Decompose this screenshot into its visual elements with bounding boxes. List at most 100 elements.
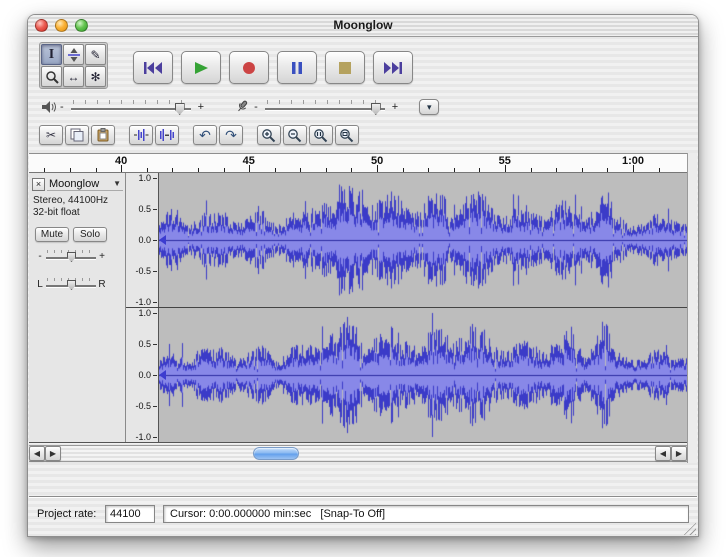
channel-separator [126,307,687,308]
titlebar[interactable]: Moonglow [28,15,698,37]
silence-selection-button[interactable] [155,125,179,145]
ruler-tick [275,168,276,172]
waveform-channel-right[interactable] [159,308,687,442]
skip-to-start-icon [143,61,163,75]
ruler-tick [44,168,45,172]
input-volume-max-label: + [389,101,401,113]
ruler-tick [326,168,327,172]
vertical-ruler: 1.00.50.0-0.5-1.01.00.50.0-0.5-1.0 [126,173,159,443]
zoom-button[interactable] [75,19,88,32]
track-close-button[interactable]: × [32,178,45,191]
record-button[interactable] [229,51,269,84]
horizontal-scrollbar[interactable]: ◀ ▶ ◀ ▶ [29,445,687,462]
waveform-channel-left[interactable] [159,173,687,307]
audacity-window: Moonglow I ✎ [27,14,699,537]
skip-to-end-icon [383,61,403,75]
trim-outside-selection-button[interactable] [129,125,153,145]
silence-icon [159,128,175,142]
draw-tool-button[interactable]: ✎ [85,44,106,65]
cursor-status-field: Cursor: 0:00.000000 min:sec [Snap-To Off… [163,505,689,523]
scroll-right-button-2[interactable]: ▶ [671,446,687,461]
paste-button[interactable] [91,125,115,145]
ruler-ticks: 404550551:00 [29,154,687,172]
speaker-icon [41,100,57,114]
gain-slider-row: - + [35,249,107,263]
vruler-label: -1.0 [135,297,151,307]
redo-button[interactable]: ↷ [219,125,243,145]
ruler-tick [556,168,557,172]
pan-thumb[interactable] [67,280,76,290]
redo-icon: ↷ [225,128,237,142]
scroll-track[interactable] [62,446,654,461]
vruler-tick [153,178,157,179]
waveform-canvas[interactable] [159,173,687,307]
close-button[interactable] [35,19,48,32]
fit-selection-button[interactable] [309,125,333,145]
scroll-right-button[interactable]: ▶ [45,446,61,461]
zoom-out-button[interactable] [283,125,307,145]
ibeam-icon: I [49,47,54,63]
resize-grip[interactable] [682,521,696,535]
arrow-left-icon: ◀ [34,449,40,458]
scroll-left-button[interactable]: ◀ [29,446,45,461]
envelope-tool-button[interactable] [63,44,84,65]
copy-button[interactable] [65,125,89,145]
skip-to-start-button[interactable] [133,51,173,84]
edit-toolbar: ✂ [39,125,359,145]
trim-icon [133,128,149,142]
vruler-label: 0.5 [138,339,151,349]
project-rate-label: Project rate: [37,508,96,520]
clipboard-icon [95,128,111,142]
vruler-tick [153,271,157,272]
zoom-in-button[interactable] [257,125,281,145]
pan-slider[interactable] [45,277,97,291]
play-button[interactable] [181,51,221,84]
scroll-thumb[interactable] [253,447,299,460]
fit-project-button[interactable] [335,125,359,145]
vertical-scrollbar[interactable] [687,153,697,463]
microphone-icon [233,99,251,115]
timeshift-tool-button[interactable]: ↔ [63,66,84,87]
timeline-ruler[interactable]: 404550551:00 [29,153,687,173]
ruler-tick [659,168,660,172]
skip-to-end-button[interactable] [373,51,413,84]
output-volume-slider[interactable] [69,99,193,115]
cursor-status-text: Cursor: 0:00.000000 min:sec [Snap-To Off… [170,508,385,520]
gain-thumb[interactable] [67,252,76,262]
track-header: × Moonglow ▼ [32,177,123,191]
ruler-tick [198,168,199,172]
pause-button[interactable] [277,51,317,84]
zoom-tool-button[interactable] [41,66,62,87]
multi-tool-button[interactable]: ✻ [85,66,106,87]
ruler-tick [300,168,301,172]
waveform-canvas[interactable] [159,308,687,442]
vruler-label: -0.5 [135,266,151,276]
undo-button[interactable]: ↶ [193,125,217,145]
gain-slider[interactable] [45,249,97,263]
transport-toolbar [133,51,413,84]
input-source-button[interactable]: ▾ [419,99,439,115]
stop-icon [335,61,355,75]
input-volume-slider[interactable] [263,99,387,115]
ruler-tick [454,168,455,172]
vruler-tick [153,406,157,407]
selection-tool-button[interactable]: I [41,44,62,65]
record-icon [239,61,259,75]
output-volume-thumb[interactable] [175,103,185,115]
envelope-icon [67,48,81,62]
chevron-down-icon: ▾ [427,102,432,113]
output-volume-max-label: + [195,101,207,113]
mute-button[interactable]: Mute [35,227,69,242]
input-volume-thumb[interactable] [371,103,381,115]
multi-tool-icon: ✻ [90,70,100,84]
track-menu-button[interactable]: Moonglow ▼ [47,177,123,191]
scroll-left-button-2[interactable]: ◀ [655,446,671,461]
solo-button[interactable]: Solo [73,227,107,242]
minimize-button[interactable] [55,19,68,32]
stop-button[interactable] [325,51,365,84]
vruler-label: 1.0 [138,173,151,183]
cut-button[interactable]: ✂ [39,125,63,145]
slider-ticks [73,100,189,104]
clip-extends-left-icon [159,370,166,380]
project-rate-input[interactable] [105,505,155,523]
